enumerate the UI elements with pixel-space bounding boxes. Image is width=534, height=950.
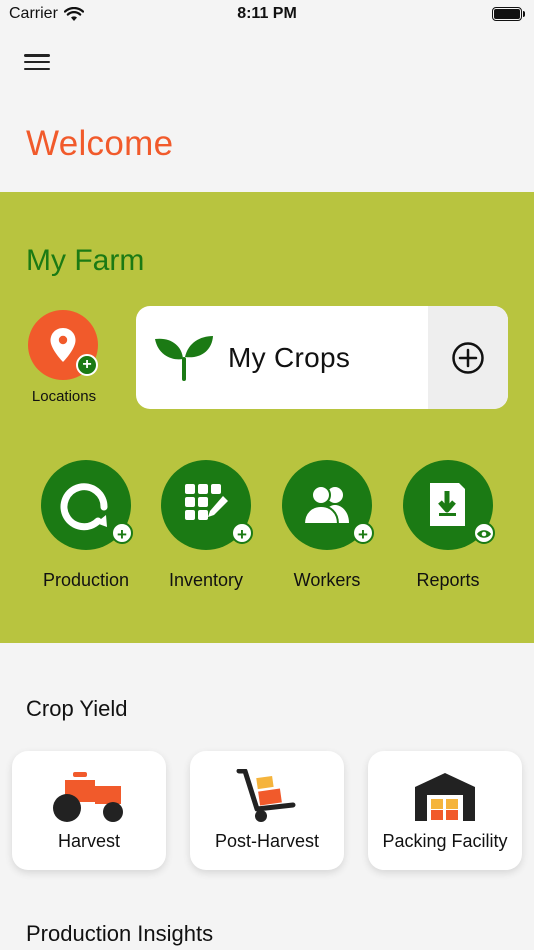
workers-label: Workers [293,570,361,590]
my-farm-section: My Farm + Locations My Crops + Productio… [0,192,534,643]
carrier-info: Carrier [9,5,84,23]
carrier-label: Carrier [9,5,58,22]
battery-icon [492,7,525,21]
inventory-grid-icon [185,484,228,520]
workers-circle: + [282,460,374,550]
locations-label: Locations [31,388,97,405]
farm-title: My Farm [26,244,145,277]
harvest-label: Harvest [57,831,120,851]
eye-icon [477,530,491,538]
production-insights-title: Production Insights [26,921,214,946]
my-crops-label: My Crops [228,341,351,373]
add-inventory-badge: + [231,522,253,544]
post-harvest-card[interactable]: Post-Harvest [190,751,344,870]
production-circle: + [41,460,133,550]
refresh-icon [60,483,108,531]
my-crops-button[interactable]: My Crops [136,306,428,409]
sprout-icon [155,335,213,381]
add-crop-button[interactable] [428,306,508,409]
inventory-button[interactable]: + Inventory [146,460,266,591]
harvest-card[interactable]: Harvest [12,751,166,870]
tractor-icon [53,772,123,822]
add-production-badge: + [111,522,133,544]
inventory-circle: + [161,460,253,550]
reports-label: Reports [416,570,480,590]
post-harvest-label: Post-Harvest [214,831,320,851]
map-pin-icon [50,328,76,362]
farm-actions: + Production + Inventory + Workers Repor… [26,460,508,600]
crop-yield-title: Crop Yield [26,696,128,721]
my-crops-card: My Crops [136,306,508,409]
reports-circle [403,460,495,550]
locations-button[interactable]: + [28,310,98,380]
production-button[interactable]: + Production [26,460,146,591]
menu-icon[interactable] [24,52,50,72]
report-document-icon [430,483,465,526]
hand-truck-icon [236,769,296,822]
production-label: Production [42,570,130,590]
add-location-badge: + [76,354,98,376]
wifi-icon [63,6,84,21]
packing-facility-label: Packing Facility [382,831,508,851]
workers-button[interactable]: + Workers [267,460,387,591]
packing-facility-card[interactable]: Packing Facility [368,751,522,870]
reports-button[interactable]: Reports [388,460,508,591]
inventory-label: Inventory [168,570,244,590]
status-bar: Carrier 8:11 PM [0,0,534,28]
view-reports-badge [473,522,495,544]
users-icon [302,485,349,525]
page-title: Welcome [26,124,174,163]
warehouse-icon [415,773,475,821]
add-circle-icon [452,341,484,374]
add-worker-badge: + [352,522,374,544]
